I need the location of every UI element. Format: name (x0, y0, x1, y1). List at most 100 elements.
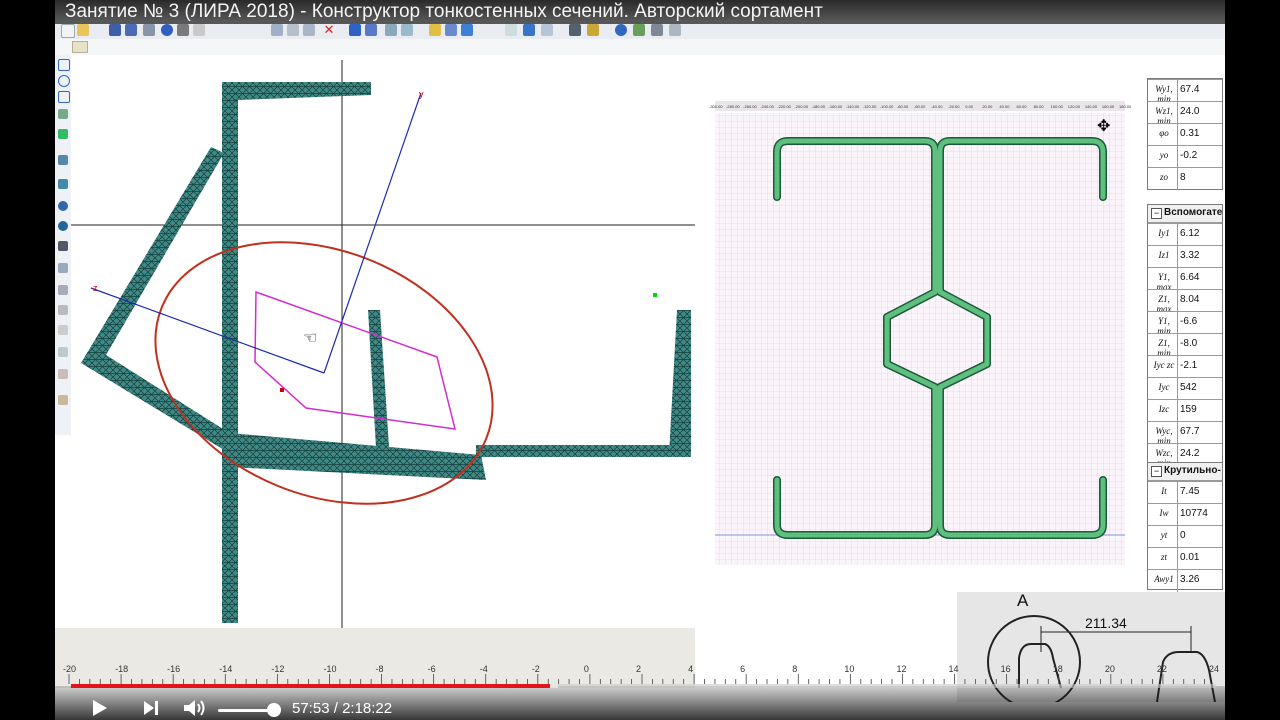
rectangle-tool-icon[interactable] (58, 59, 70, 71)
ruler-tick-label: 4 (688, 664, 693, 674)
progress-bar[interactable] (71, 684, 1216, 688)
property-row[interactable]: Iy1 6.12 (1148, 223, 1222, 246)
property-row[interactable]: yo -0.2 (1148, 145, 1222, 168)
info-icon[interactable] (161, 24, 173, 36)
next-icon[interactable] (141, 698, 161, 718)
property-row[interactable]: Wz1, min 24.0 (1148, 101, 1222, 126)
property-row[interactable]: Z1, max 8.04 (1148, 289, 1222, 314)
clipboard-icon[interactable] (303, 24, 315, 36)
property-row[interactable]: Wyc, min 67.7 (1148, 421, 1222, 446)
volume-handle[interactable] (267, 703, 281, 717)
section-color-icon[interactable] (349, 24, 361, 36)
property-name: φo (1159, 128, 1169, 138)
edit-icon[interactable] (385, 24, 397, 36)
tee-tool-icon[interactable] (58, 109, 68, 119)
pointer-icon[interactable] (505, 24, 517, 36)
report-icon[interactable] (669, 24, 681, 36)
group-header[interactable]: − Вспомогате (1148, 205, 1222, 223)
section-canvas[interactable]: y z ☜ (71, 55, 695, 655)
export-icon[interactable] (461, 24, 473, 36)
circle-tool-icon[interactable] (58, 75, 70, 87)
node-tool-icon[interactable] (58, 241, 68, 251)
column-divider (1177, 356, 1178, 378)
print-icon[interactable] (143, 24, 155, 36)
collapse-icon[interactable]: − (1151, 466, 1162, 477)
total-duration: 2:18:22 (342, 700, 393, 717)
mesh-icon[interactable] (587, 24, 599, 36)
measure-tool-icon[interactable] (58, 347, 68, 357)
column-divider (1177, 146, 1178, 168)
fill-color-icon[interactable] (365, 24, 377, 36)
zoom-icon[interactable] (569, 24, 581, 36)
paste-icon[interactable] (287, 24, 299, 36)
property-value: 6.64 (1180, 272, 1200, 283)
scale-tick-label: 140.00 (1085, 104, 1098, 109)
property-row[interactable]: zo 8 (1148, 167, 1222, 190)
property-row[interactable]: Wy1, min 67.4 (1148, 79, 1222, 104)
column-divider (1177, 504, 1178, 526)
property-row[interactable]: Iyc 542 (1148, 377, 1222, 400)
property-value: 542 (1180, 382, 1197, 393)
table-icon[interactable] (429, 24, 441, 36)
property-row[interactable]: Awy1 3.26 (1148, 569, 1222, 592)
property-row[interactable]: Iyc zc -2.1 (1148, 355, 1222, 378)
text-tool-icon[interactable] (58, 325, 68, 335)
collapse-icon[interactable]: − (1151, 208, 1162, 219)
channel-tool-icon[interactable] (58, 155, 68, 165)
save-icon[interactable] (109, 24, 121, 36)
copy-icon[interactable] (193, 24, 205, 36)
plate-tool-icon[interactable] (58, 395, 68, 405)
profile-canvas[interactable]: -300.00 -280.00 -260.00 -240.00 -220.00 -200.… (695, 55, 1225, 665)
time-separator: / (333, 700, 338, 717)
calculator-icon[interactable] (651, 24, 663, 36)
top-scale-ticks: -300.00 -280.00 -260.00 -240.00 -220.00 -200.… (709, 104, 1132, 109)
new-file-icon[interactable] (61, 24, 75, 38)
column-divider (1177, 168, 1178, 190)
mesh-tool-icon[interactable] (58, 263, 68, 273)
dimension-tool-icon[interactable] (58, 305, 68, 315)
pipe-tool-icon[interactable] (58, 221, 68, 231)
property-row[interactable]: Izc 159 (1148, 399, 1222, 422)
property-name: zt (1160, 552, 1167, 562)
delete-icon[interactable]: ✕ (323, 23, 335, 36)
property-row[interactable]: Iw 10774 (1148, 503, 1222, 526)
pan-icon[interactable] (541, 24, 553, 36)
angle-tool-icon[interactable] (58, 179, 68, 189)
help-icon[interactable] (615, 24, 627, 36)
polygon-tool-icon[interactable] (58, 91, 70, 103)
property-row[interactable]: Y1, max 6.64 (1148, 267, 1222, 292)
property-row[interactable]: φo 0.31 (1148, 123, 1222, 146)
open-folder-icon[interactable] (77, 24, 89, 36)
property-row[interactable]: Y1, min -6.6 (1148, 311, 1222, 336)
volume-slider[interactable] (218, 709, 274, 712)
document-tab[interactable] (72, 41, 88, 53)
library-icon[interactable] (177, 24, 189, 36)
layers-tool-icon[interactable] (58, 369, 68, 379)
cut-icon[interactable] (271, 24, 283, 36)
property-row[interactable]: Z1, min -8.0 (1148, 333, 1222, 358)
scale-tick-label: -200.00 (794, 104, 808, 109)
video-title[interactable]: Занятие № 3 (ЛИРА 2018) - Конструктор то… (65, 1, 823, 23)
document-tab-strip (55, 39, 1225, 56)
property-row[interactable]: zt 0.01 (1148, 547, 1222, 570)
scale-tick-label: -260.00 (743, 104, 757, 109)
property-row[interactable]: yt 0 (1148, 525, 1222, 548)
grid-icon[interactable] (445, 24, 457, 36)
save-all-icon[interactable] (125, 24, 137, 36)
i-beam-tool-icon[interactable] (58, 129, 68, 139)
property-row[interactable]: Iz1 3.32 (1148, 245, 1222, 268)
ruler-tick-label: 2 (636, 664, 641, 674)
play-icon[interactable] (89, 698, 109, 718)
settings-icon[interactable] (633, 24, 645, 36)
hatch-tool-icon[interactable] (58, 285, 68, 295)
property-row[interactable]: It 7.45 (1148, 481, 1222, 504)
zoom-window-icon[interactable] (523, 24, 535, 36)
select-icon[interactable] (401, 24, 413, 36)
volume-icon[interactable] (182, 698, 208, 718)
profile-drawing[interactable]: -300.00 -280.00 -260.00 -240.00 -220.00 -200.… (695, 55, 1225, 665)
video-frame[interactable]: ✕ y z ☜ -300.00 -280.00 -260.00 -240.00 … (55, 0, 1225, 720)
axis-y-label: y (419, 89, 424, 99)
ring-tool-icon[interactable] (58, 201, 68, 211)
section-drawing[interactable]: y z ☜ (71, 55, 695, 655)
group-header[interactable]: − Крутильно- (1148, 463, 1222, 481)
